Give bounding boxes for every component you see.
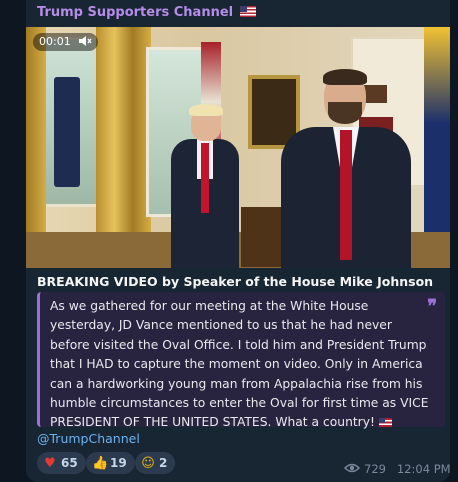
us-flag-icon [378, 418, 392, 428]
reaction-heart[interactable]: ♥ 65 [37, 452, 86, 474]
reaction-thumbs-up[interactable]: 👍 19 [86, 452, 135, 474]
channel-name[interactable]: Trump Supporters Channel [37, 5, 256, 20]
speaker-muted-icon[interactable] [78, 35, 92, 47]
channel-name-text: Trump Supporters Channel [37, 5, 234, 20]
message-meta: 729 12:04 PM [344, 462, 451, 476]
channel-link[interactable]: @TrumpChannel [37, 431, 140, 446]
video-player[interactable] [26, 27, 450, 268]
eye-icon [344, 463, 360, 473]
video-time: 00:01 [39, 35, 71, 48]
heart-icon: ♥ [44, 456, 56, 471]
view-count: 729 [364, 462, 386, 476]
video-time-badge[interactable]: 00:01 [33, 33, 99, 51]
starstruck-face-icon: ☺ [141, 456, 155, 471]
quote-block: As we gathered for our meeting at the Wh… [37, 292, 445, 429]
us-flag-icon [239, 6, 256, 17]
message-time: 12:04 PM [396, 462, 451, 476]
thumbs-up-icon: 👍 [92, 456, 109, 471]
quote-icon: ❞ [427, 296, 437, 317]
reaction-starstruck[interactable]: ☺ 2 [135, 452, 176, 474]
post-headline: BREAKING VIDEO by Speaker of the House M… [37, 274, 434, 289]
quote-text: As we gathered for our meeting at the Wh… [50, 299, 429, 430]
